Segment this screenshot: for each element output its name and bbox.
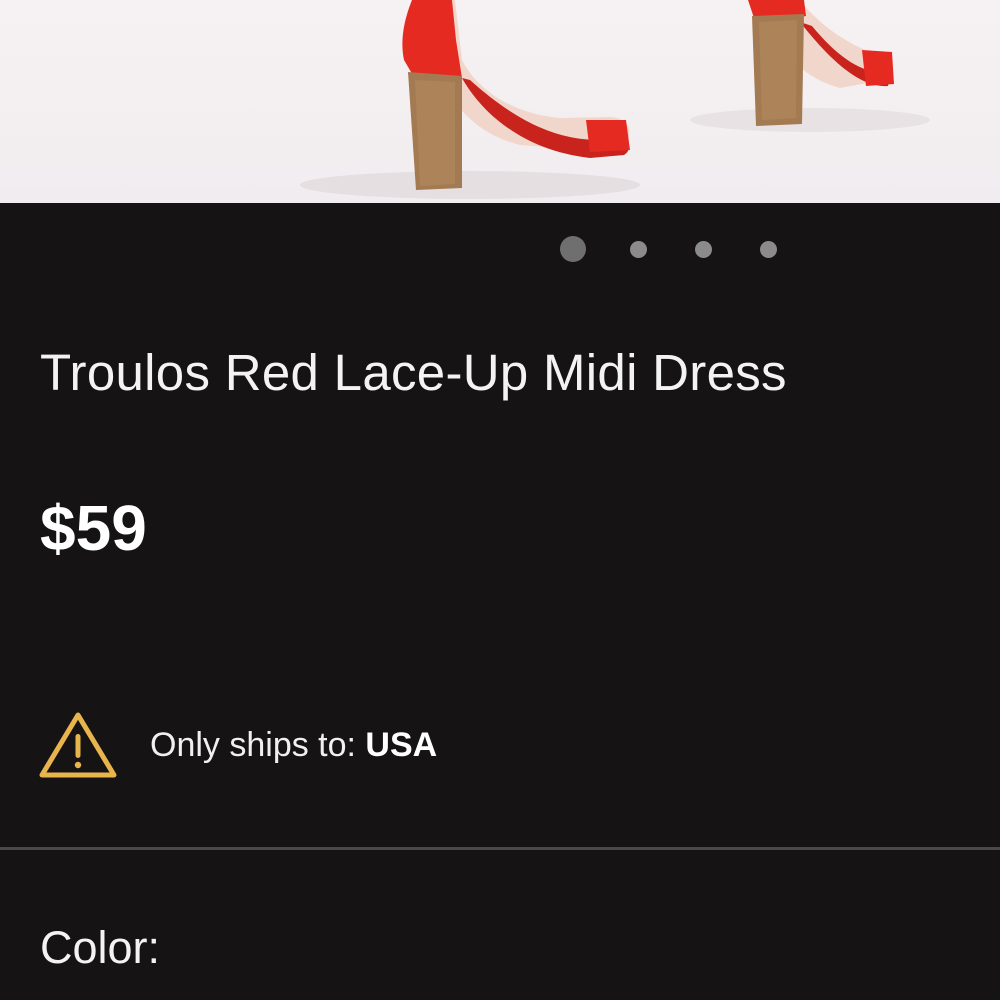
shipping-country: USA [365, 725, 438, 764]
shoe-photo [300, 0, 930, 199]
carousel-dot-3[interactable] [695, 240, 712, 258]
image-carousel-dots [560, 236, 825, 262]
carousel-dot-1[interactable] [560, 236, 586, 262]
product-title: Troulos Red Lace-Up Midi Dress [40, 344, 787, 401]
product-price: $59 [40, 492, 147, 564]
carousel-dot-2[interactable] [630, 240, 647, 258]
shipping-notice: Only ships to: USA [38, 708, 437, 782]
product-image[interactable] [0, 0, 1000, 203]
product-page: Troulos Red Lace-Up Midi Dress $59 Only … [0, 0, 1000, 1000]
warning-triangle-icon [39, 712, 117, 778]
carousel-dot-4[interactable] [760, 240, 777, 258]
color-option-label: Color: [40, 922, 161, 973]
shipping-label: Only ships to: [150, 725, 366, 764]
shipping-text: Only ships to: USA [150, 726, 437, 765]
section-divider [0, 847, 1000, 850]
